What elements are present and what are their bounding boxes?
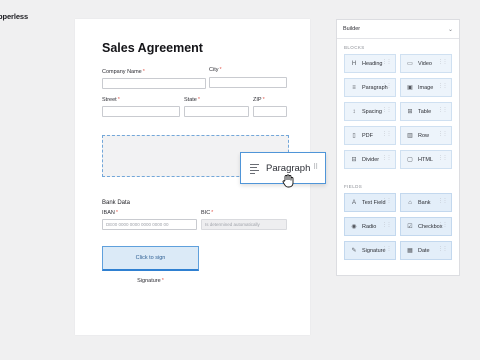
tile-label: Table (418, 109, 432, 115)
brand-logo: pperless (0, 12, 29, 21)
city-input[interactable] (209, 77, 287, 88)
blocks-heading: BLOCKS (344, 45, 365, 50)
tile-label: Radio (362, 224, 377, 230)
builder-tile-heading[interactable]: H Heading ⋮⋮ (344, 54, 396, 73)
tile-label: Bank (418, 200, 431, 206)
row-icon: ▥ (407, 133, 413, 139)
drag-handle-icon[interactable]: ⋮⋮ (382, 108, 392, 113)
builder-tile-signature[interactable]: ✎ Signature ⋮⋮ (344, 241, 396, 260)
iban-label: IBAN* (102, 210, 118, 216)
builder-tile-radio[interactable]: ◉ Radio ⋮⋮ (344, 217, 396, 236)
checkbox-icon: ☑ (407, 224, 413, 230)
paragraph-icon: ≡ (352, 85, 356, 91)
drag-handle-icon[interactable]: ⋮⋮ (382, 156, 392, 161)
bank-section-title: Bank Data (102, 200, 131, 206)
drag-handle-icon[interactable]: ⋮⋮ (438, 60, 448, 65)
signature-icon: ✎ (351, 248, 357, 254)
spacing-icon: ↕ (352, 109, 356, 115)
tile-label: Image (418, 85, 434, 91)
builder-tile-checkbox[interactable]: ☑ Checkbox ⋮⋮ (400, 217, 452, 236)
company-input[interactable] (102, 78, 206, 89)
drag-handle-icon[interactable]: ⋮⋮ (438, 84, 448, 89)
paragraph-icon (250, 164, 259, 176)
drag-handle-icon[interactable]: ⋮⋮ (438, 199, 448, 204)
builder-tile-spacing[interactable]: ↕ Spacing ⋮⋮ (344, 102, 396, 121)
chevron-down-icon[interactable]: ⌄ (448, 26, 453, 33)
bic-label: BIC* (201, 210, 214, 216)
signature-label: Signature* (137, 278, 164, 284)
bic-input: Is determined automatically (201, 219, 287, 230)
builder-header[interactable]: Builder ⌄ (337, 20, 459, 39)
drag-handle-icon[interactable]: ⋮⋮ (438, 247, 448, 252)
text-field-icon: A (351, 200, 356, 206)
table-icon: ⊞ (407, 109, 413, 115)
state-input[interactable] (184, 106, 249, 117)
video-icon: ▭ (407, 61, 413, 67)
builder-tile-video[interactable]: ▭ Video ⋮⋮ (400, 54, 452, 73)
tile-label: Row (418, 133, 430, 139)
tile-label: PDF (362, 133, 373, 139)
tile-label: Video (418, 61, 432, 67)
builder-panel: Builder ⌄ BLOCKS FIELDS H Heading ⋮⋮ ▭ Video… (336, 19, 460, 276)
radio-icon: ◉ (351, 224, 357, 230)
drag-handle-icon[interactable]: ⋮⋮ (438, 108, 448, 113)
builder-tile-text-field[interactable]: A Text Field ⋮⋮ (344, 193, 396, 212)
tile-label: Heading (362, 61, 383, 67)
grab-cursor-icon (282, 174, 294, 188)
drag-handle-icon[interactable]: ⋮⋮ (382, 60, 392, 65)
builder-tile-date[interactable]: ▦ Date ⋮⋮ (400, 241, 452, 260)
tile-label: Date (418, 248, 430, 254)
iban-input[interactable]: DE00 0000 0000 0000 0000 00 (102, 219, 197, 230)
builder-title: Builder (343, 26, 361, 32)
builder-tile-table[interactable]: ⊞ Table ⋮⋮ (400, 102, 452, 121)
zip-input[interactable] (253, 106, 287, 117)
builder-tile-row[interactable]: ▥ Row ⋮⋮ (400, 126, 452, 145)
builder-tile-html[interactable]: ▢ HTML ⋮⋮ (400, 150, 452, 169)
heading-icon: H (351, 61, 357, 67)
dragged-block-label: Paragraph (266, 163, 311, 174)
street-label: Street* (102, 97, 120, 103)
company-label: Company Name* (102, 69, 145, 75)
builder-tile-image[interactable]: ▣ Image ⋮⋮ (400, 78, 452, 97)
drag-handle-icon[interactable]: ⋮⋮ (382, 247, 392, 252)
pdf-icon: ▯ (352, 133, 356, 139)
tile-label: Divider (362, 157, 380, 163)
builder-tile-pdf[interactable]: ▯ PDF ⋮⋮ (344, 126, 396, 145)
html-icon: ▢ (407, 157, 413, 163)
image-icon: ▣ (407, 85, 413, 91)
document-title: Sales Agreement (102, 41, 203, 55)
bank-icon: ⌂ (408, 200, 412, 206)
tile-label: Spacing (362, 109, 382, 115)
fields-heading: FIELDS (344, 184, 363, 189)
city-label: City* (209, 67, 222, 73)
drag-handle-icon[interactable]: ⋮⋮ (382, 84, 392, 89)
state-label: State* (184, 97, 200, 103)
drag-handle-icon[interactable]: ⋮⋮ (438, 156, 448, 161)
zip-label: ZIP* (253, 97, 265, 103)
drag-handle-icon[interactable]: ⋮⋮ (438, 132, 448, 137)
drag-handle-icon[interactable]: ⋮⋮ (382, 132, 392, 137)
tile-label: HTML (418, 157, 433, 163)
date-icon: ▦ (407, 248, 413, 254)
divider-icon: ⊟ (351, 157, 357, 163)
drag-handle-icon[interactable]: ⋮⋮ (382, 223, 392, 228)
drag-handle-icon[interactable]: ⋮⋮ (438, 223, 448, 228)
builder-tile-paragraph[interactable]: ≡ Paragraph ⋮⋮ (344, 78, 396, 97)
street-input[interactable] (102, 106, 180, 117)
builder-tile-bank[interactable]: ⌂ Bank ⋮⋮ (400, 193, 452, 212)
sign-button[interactable]: Click to sign (102, 246, 199, 271)
drag-handle-icon[interactable]: ⋮⋮ (382, 199, 392, 204)
builder-tile-divider[interactable]: ⊟ Divider ⋮⋮ (344, 150, 396, 169)
drag-handle-icon[interactable]: ⠿ (313, 164, 318, 171)
